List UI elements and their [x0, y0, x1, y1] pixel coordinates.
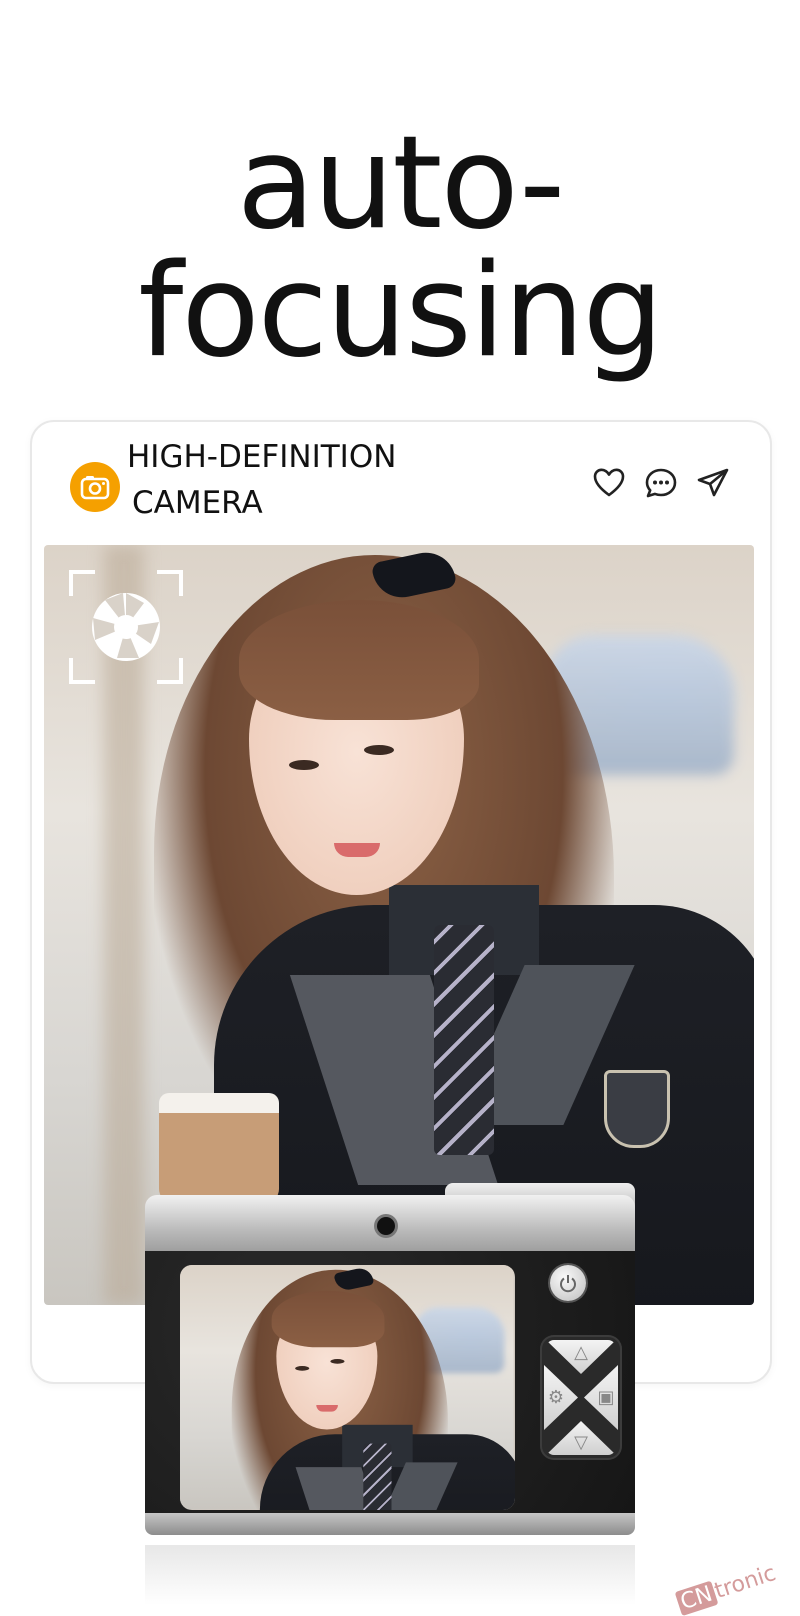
heart-icon[interactable]	[592, 466, 626, 500]
post-title-line1: HIGH-DEFINITION	[127, 439, 397, 475]
aperture-focus-icon	[69, 570, 183, 684]
dpad-right-button[interactable]: ▣	[584, 1365, 618, 1430]
striped-tie	[434, 925, 494, 1155]
post-title: HIGH-DEFINITION CAMERA	[127, 434, 396, 526]
power-icon	[560, 1275, 576, 1293]
dpad-up-button[interactable]: △	[546, 1340, 616, 1374]
digital-camera: △ ⚙ ▣ ▽	[145, 1183, 635, 1540]
post-photo	[44, 545, 754, 1305]
headline: auto-focusing	[138, 109, 664, 386]
down-arrow-icon: ▽	[574, 1432, 588, 1453]
bangs	[239, 600, 479, 720]
eye-left	[289, 760, 319, 770]
post-header: HIGH-DEFINITION CAMERA	[32, 422, 770, 547]
dpad-left-button[interactable]: ⚙	[544, 1365, 578, 1430]
up-arrow-icon: △	[574, 1342, 588, 1363]
camera-bottom-plate	[145, 1513, 635, 1535]
preview-eye-right	[330, 1359, 345, 1364]
dpad-down-button[interactable]: ▽	[546, 1421, 616, 1455]
preview-smile	[316, 1405, 338, 1412]
image-icon: ▣	[597, 1387, 615, 1408]
coffee-cup	[159, 1093, 279, 1203]
crest-badge	[604, 1070, 670, 1148]
post-actions	[592, 466, 730, 500]
preview-bangs	[271, 1290, 385, 1348]
watermark-prefix: CN	[674, 1580, 719, 1616]
smile	[334, 843, 380, 857]
camera-lcd-screen	[180, 1265, 515, 1510]
direction-pad: △ ⚙ ▣ ▽	[540, 1335, 622, 1460]
watermark-text: tronic	[711, 1560, 780, 1605]
preview-tie	[363, 1443, 392, 1510]
post-title-line2: CAMERA	[132, 485, 263, 521]
camera-reflection	[145, 1545, 635, 1605]
preview-eye-left	[295, 1366, 310, 1371]
screen-preview	[180, 1265, 515, 1510]
watermark-logo: CNtronic	[674, 1560, 780, 1616]
camera-top-plate	[145, 1195, 635, 1255]
send-icon[interactable]	[696, 466, 730, 500]
comment-icon[interactable]	[644, 466, 678, 500]
eye-right	[364, 745, 394, 755]
camera-front-lens-icon	[377, 1217, 395, 1235]
gear-icon: ⚙	[547, 1387, 565, 1408]
camera-app-icon	[70, 462, 120, 512]
power-button[interactable]	[550, 1265, 586, 1301]
